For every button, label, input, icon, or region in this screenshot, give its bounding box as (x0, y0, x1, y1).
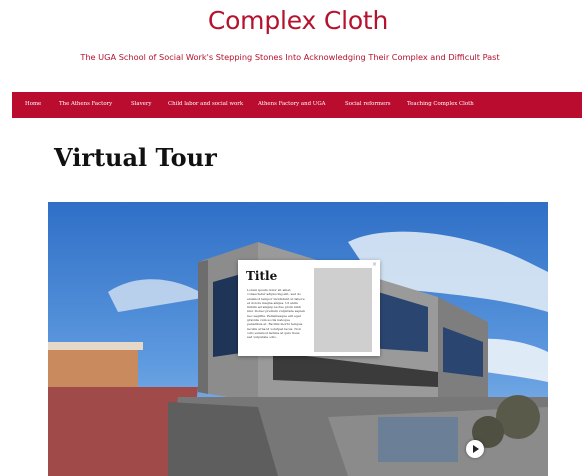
close-icon[interactable]: × (372, 261, 377, 268)
info-card-title: Title (246, 269, 278, 283)
nav-item-home[interactable]: Home (25, 101, 41, 107)
nav-item-slavery[interactable]: Slavery (131, 101, 152, 107)
info-card-body: Lorem ipsum dolor sit amet, consectetur … (247, 288, 305, 340)
nav-item-social-reformers[interactable]: Social reformers (345, 101, 391, 107)
play-icon[interactable] (466, 440, 484, 458)
main-navigation: Home The Athens Factory Slavery Child la… (12, 92, 582, 118)
site-tagline: The UGA School of Social Work's Stepping… (80, 52, 500, 62)
nav-item-athens-factory[interactable]: The Athens Factory (59, 101, 112, 107)
left-building (48, 347, 138, 387)
page-title: Virtual Tour (54, 143, 217, 172)
nav-item-athens-factory-uga[interactable]: Athens Factory and UGA (258, 101, 326, 107)
nav-item-child-labor[interactable]: Child labor and social work (168, 101, 243, 107)
virtual-tour-panorama[interactable]: ! × Title Lorem ipsum dolor sit amet, co… (48, 202, 548, 476)
info-card-image-placeholder (314, 268, 372, 352)
site-title[interactable]: Complex Cloth (0, 6, 586, 35)
info-card: × Title Lorem ipsum dolor sit amet, cons… (238, 260, 380, 356)
nav-item-teaching-complex-cloth[interactable]: Teaching Complex Cloth (407, 101, 474, 107)
